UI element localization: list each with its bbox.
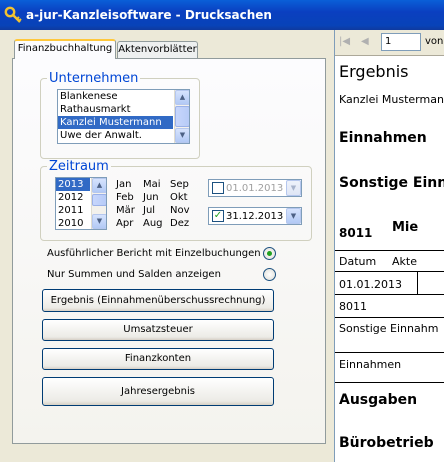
year-listbox[interactable]: 2013 2012 2011 2010 ▲ ▼	[55, 177, 107, 230]
scroll-thumb[interactable]	[92, 194, 106, 206]
zeitraum-legend: Zeitraum	[49, 159, 109, 174]
window-title: a-jur-Kanzleisoftware - Drucksachen	[26, 8, 272, 22]
option-summary-label[interactable]: Nur Summen und Salden anzeigen	[47, 269, 221, 280]
date-to-picker[interactable]: ✓ 31.12.2013 ▼	[208, 207, 302, 225]
month-okt[interactable]: Okt	[170, 191, 188, 204]
umsatzsteuer-button[interactable]: Umsatzsteuer	[42, 319, 274, 341]
jahresergebnis-button[interactable]: Jahresergebnis	[42, 377, 274, 406]
month-feb[interactable]: Feb	[116, 191, 134, 204]
key-icon	[4, 6, 22, 23]
checkmark-icon[interactable]: ✓	[212, 210, 224, 222]
report-company: Kanzlei Musterman	[339, 93, 444, 106]
report-col-datum: Datum	[339, 255, 377, 268]
ergebnis-button[interactable]: Ergebnis (Einnahmenüberschussrechnung)	[42, 289, 274, 312]
report-toolbar: |◀ ◀ 1 von	[335, 30, 444, 56]
page-of-label: von	[425, 36, 444, 47]
page-number-input[interactable]: 1	[381, 33, 421, 51]
month-jan[interactable]: Jan	[116, 178, 131, 191]
list-item-selected[interactable]: Kanzlei Mustermann	[58, 116, 173, 129]
scroll-up-icon[interactable]: ▲	[175, 90, 189, 105]
report-einnahmen-header: Einnahmen	[339, 130, 427, 146]
month-sep[interactable]: Sep	[170, 178, 189, 191]
chevron-down-icon[interactable]: ▼	[286, 180, 301, 196]
report-row-account: 8011	[339, 300, 367, 313]
date-from-picker[interactable]: 01.01.2013 ▼	[208, 179, 302, 197]
tab-label: Finanzbuchhaltung	[17, 43, 113, 54]
previous-page-icon[interactable]: ◀	[361, 36, 369, 47]
report-ausgaben-header: Ausgaben	[339, 392, 418, 408]
year-scrollbar[interactable]: ▲ ▼	[91, 178, 106, 229]
unternehmen-legend: Unternehmen	[49, 71, 139, 86]
report-row-line	[335, 294, 444, 295]
unternehmen-listbox[interactable]: Blankenese Rathausmarkt Kanzlei Musterma…	[57, 89, 190, 144]
report-sonstige-row: Sonstige Einnahm	[339, 322, 439, 335]
report-cell-divider	[417, 272, 418, 294]
report-row-line	[335, 317, 444, 318]
report-row-date: 01.01.2013	[339, 278, 402, 291]
list-item-selected[interactable]: 2013	[56, 178, 90, 191]
title-bar[interactable]: a-jur-Kanzleisoftware - Drucksachen	[0, 0, 444, 30]
option-summary-radio[interactable]	[263, 268, 276, 281]
report-sonstige-header: Sonstige Einn	[339, 175, 444, 191]
tab-finanzbuchhaltung[interactable]: Finanzbuchhaltung	[14, 39, 116, 59]
report-col-akte: Akte	[392, 255, 417, 268]
report-account-number: 8011	[339, 226, 373, 240]
month-jul[interactable]: Jul	[143, 204, 155, 217]
scroll-down-icon[interactable]: ▼	[175, 128, 189, 143]
report-buero-header: Bürobetrieb	[339, 435, 434, 451]
report-row-line	[335, 382, 444, 383]
date-from-value: 01.01.2013	[226, 182, 284, 194]
report-preview[interactable]: |◀ ◀ 1 von Ergebnis Kanzlei Musterman Ei…	[334, 30, 444, 462]
month-jun[interactable]: Jun	[143, 191, 159, 204]
report-account-label: Mie	[392, 220, 419, 235]
tab-panel-finanzbuchhaltung: Unternehmen Blankenese Rathausmarkt Kanz…	[12, 58, 326, 444]
chevron-down-icon[interactable]: ▼	[286, 208, 301, 224]
month-apr[interactable]: Apr	[116, 217, 133, 230]
option-detailed-radio[interactable]	[263, 247, 276, 260]
report-title: Ergebnis	[339, 62, 409, 81]
month-aug[interactable]: Aug	[143, 217, 163, 230]
tab-aktenvorblaetter[interactable]: Aktenvorblätter	[117, 41, 198, 59]
month-grid: Jan Mai Sep Feb Jun Okt Mär Jul Nov Apr …	[116, 178, 206, 232]
date-to-value: 31.12.2013	[226, 210, 284, 222]
window-client: Finanzbuchhaltung Aktenvorblätter Untern…	[0, 30, 444, 462]
finanzkonten-button[interactable]: Finanzkonten	[42, 348, 274, 370]
month-nov[interactable]: Nov	[170, 204, 190, 217]
unternehmen-scrollbar[interactable]: ▲ ▼	[174, 90, 189, 143]
list-item[interactable]: Blankenese	[58, 90, 189, 103]
date-from-checkbox[interactable]	[212, 182, 224, 194]
scroll-down-icon[interactable]: ▼	[92, 214, 106, 229]
month-maer[interactable]: Mär	[116, 204, 135, 217]
scroll-up-icon[interactable]: ▲	[92, 178, 106, 193]
first-page-icon[interactable]: |◀	[339, 36, 350, 47]
report-row-line	[335, 352, 444, 353]
option-detailed-label[interactable]: Ausführlicher Bericht mit Einzelbuchunge…	[47, 248, 261, 259]
month-mai[interactable]: Mai	[143, 178, 161, 191]
list-item[interactable]: Uwe der Anwalt.	[58, 129, 189, 142]
report-einnahmen-row: Einnahmen	[339, 358, 402, 371]
list-item[interactable]: Rathausmarkt	[58, 103, 189, 116]
scroll-thumb[interactable]	[175, 106, 189, 127]
tab-label: Aktenvorblätter	[118, 44, 197, 55]
month-dez[interactable]: Dez	[170, 217, 189, 230]
